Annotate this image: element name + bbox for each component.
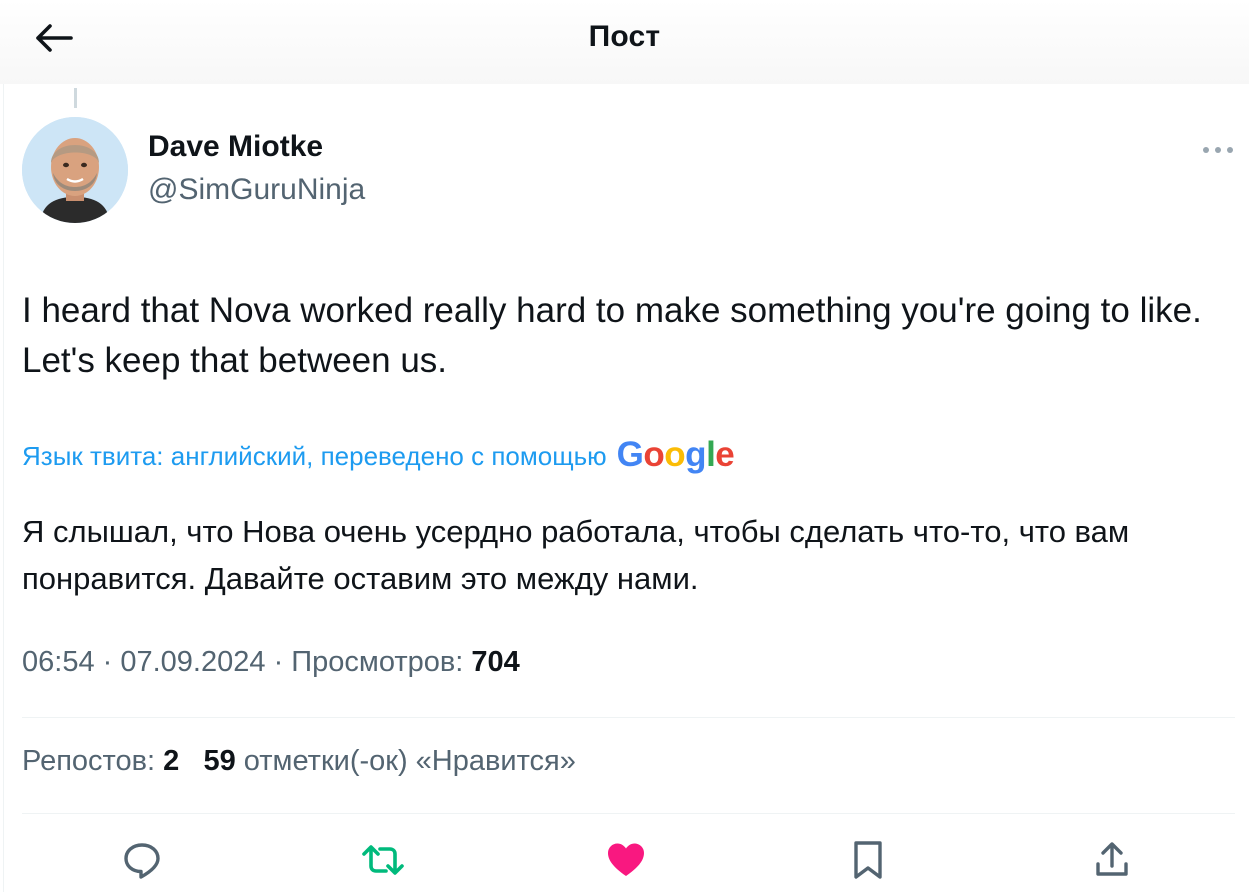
google-logo: Google xyxy=(616,435,735,474)
thread-connector xyxy=(74,88,77,108)
like-icon xyxy=(608,843,644,876)
share-icon xyxy=(1096,842,1128,876)
more-dots-icon xyxy=(1203,147,1233,153)
reposts-link[interactable]: Репостов: 2 xyxy=(22,745,179,777)
header-bar: Пост xyxy=(0,0,1249,84)
translation-note[interactable]: Язык твита: английский, переведено с пом… xyxy=(22,435,735,476)
likes-link[interactable]: 59 отметки(-ок) «Нравится» xyxy=(203,745,575,777)
bookmark-icon xyxy=(854,841,882,879)
like-button[interactable] xyxy=(596,832,656,888)
tweet-date[interactable]: 07.09.2024 xyxy=(120,646,265,678)
divider xyxy=(22,717,1235,718)
retweet-button[interactable] xyxy=(353,832,413,888)
engagement-stats: Репостов: 2 59 отметки(-ок) «Нравится» xyxy=(22,745,576,778)
views-label: Просмотров: xyxy=(291,646,464,678)
likes-count: 59 xyxy=(203,745,236,777)
views-count: 704 xyxy=(471,646,520,678)
author-name[interactable]: Dave Miotke xyxy=(148,130,323,164)
tweet-meta: 06:54 · 07.09.2024 · Просмотров: 704 xyxy=(22,646,520,678)
page-title: Пост xyxy=(588,20,661,53)
avatar-portrait-icon xyxy=(22,117,128,223)
translation-note-label: Язык твита: английский, переведено с пом… xyxy=(22,440,607,471)
share-button[interactable] xyxy=(1082,832,1142,888)
bookmark-button[interactable] xyxy=(838,832,898,888)
action-bar xyxy=(0,832,1249,888)
divider xyxy=(22,813,1235,814)
retweet-icon xyxy=(362,845,404,875)
tweet-text: I heard that Nova worked really hard to … xyxy=(22,291,1202,380)
reply-icon xyxy=(124,843,160,879)
reposts-count: 2 xyxy=(163,745,180,777)
tweet-time[interactable]: 06:54 xyxy=(22,646,95,678)
translated-text: Я слышал, что Нова очень усердно работал… xyxy=(22,514,1130,596)
more-options-button[interactable] xyxy=(1198,138,1238,162)
likes-label: отметки(-ок) «Нравится» xyxy=(243,745,576,777)
reply-button[interactable] xyxy=(112,832,172,888)
reposts-label: Репостов: xyxy=(22,745,156,777)
avatar[interactable] xyxy=(22,117,128,223)
author-handle[interactable]: @SimGuruNinja xyxy=(148,173,365,207)
